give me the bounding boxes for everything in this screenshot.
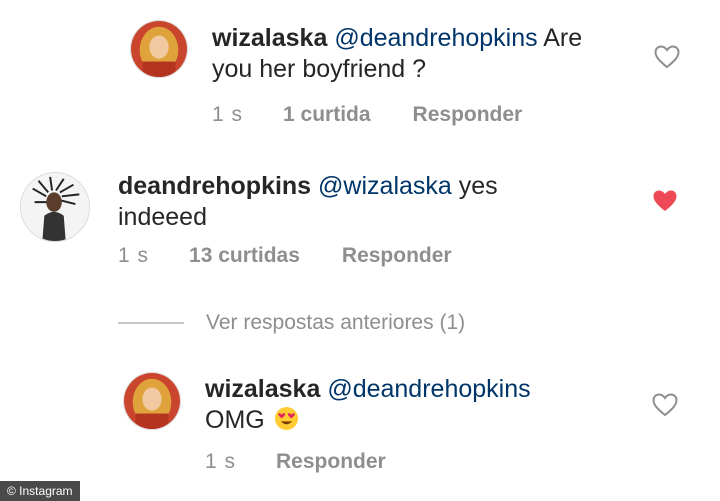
avatar-wizalaska[interactable] [123,372,181,430]
avatar-wizalaska[interactable] [130,20,188,78]
comment-username[interactable]: deandrehopkins [118,172,311,200]
comment-text: deandrehopkins @wizalaska yes indeeed [118,171,548,233]
reply-button[interactable]: Responder [276,450,386,474]
comment-username[interactable]: wizalaska [205,375,320,403]
view-previous-replies[interactable]: Ver respostas anteriores (1) [118,308,465,338]
reply-button[interactable]: Responder [413,103,523,127]
avatar-deandrehopkins[interactable] [20,172,90,242]
comment-body: Are [543,24,583,52]
view-previous-label[interactable]: Ver respostas anteriores (1) [206,311,465,335]
divider-line [118,322,184,324]
comment-meta: 1 s 1 curtida Responder [212,103,522,127]
comment-text: wizalaska @deandrehopkins Are you her bo… [212,23,642,85]
comment-time: 1 s [212,103,244,126]
heart-eyes-emoji-icon [274,406,299,431]
comment-mention[interactable]: @deandrehopkins [327,375,530,403]
liked-heart-icon[interactable] [652,189,678,213]
instagram-watermark: © Instagram [0,481,80,501]
comment-body: you her boyfriend ? [212,55,427,83]
comment-meta: 1 s 13 curtidas Responder [118,244,452,268]
comment-meta: 1 s Responder [205,450,386,474]
comment-mention[interactable]: @wizalaska [318,172,452,200]
comment-likes[interactable]: 13 curtidas [189,244,300,268]
comment-body: indeeed [118,203,207,231]
comment-body: yes [458,172,498,200]
comment-username[interactable]: wizalaska [212,24,327,52]
comment-text: wizalaska @deandrehopkins OMG [205,374,635,436]
comment-body: OMG [205,406,265,434]
comment-likes[interactable]: 1 curtida [283,103,371,127]
comment-time: 1 s [205,450,237,473]
like-heart-icon[interactable] [654,45,680,69]
comment-mention[interactable]: @deandrehopkins [334,24,537,52]
reply-button[interactable]: Responder [342,244,452,268]
comment-time: 1 s [118,244,150,267]
like-heart-icon[interactable] [652,393,678,417]
